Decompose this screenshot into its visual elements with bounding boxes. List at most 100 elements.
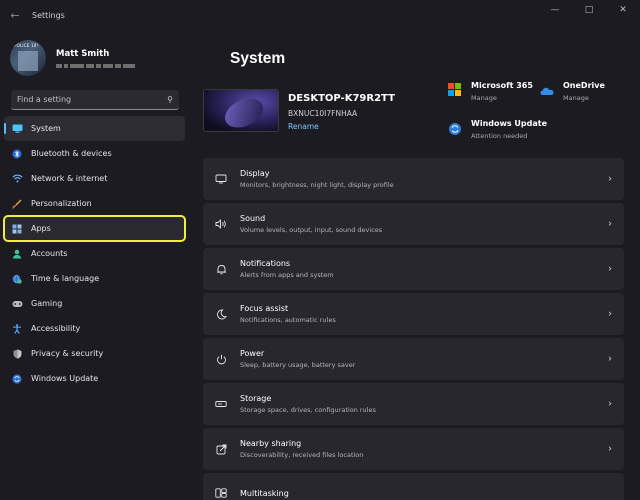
search-icon[interactable]: ⚲ bbox=[167, 95, 173, 104]
card-subtitle: Alerts from apps and system bbox=[240, 271, 334, 279]
chevron-right-icon: › bbox=[608, 398, 612, 410]
avatar-text: POLICE 10! bbox=[14, 43, 39, 48]
minimize-button[interactable]: — bbox=[538, 0, 572, 20]
sidebar-item-label: Bluetooth & devices bbox=[31, 149, 112, 158]
rename-link[interactable]: Rename bbox=[288, 122, 319, 131]
settings-card-storage[interactable]: Storage Storage space, drives, configura… bbox=[203, 383, 624, 425]
card-subtitle: Discoverability, received files location bbox=[240, 451, 364, 459]
display-icon bbox=[214, 172, 228, 186]
globe-clock-icon bbox=[11, 273, 23, 285]
user-name: Matt Smith bbox=[56, 48, 110, 59]
card-title: Display bbox=[240, 169, 270, 178]
maximize-button[interactable]: □ bbox=[572, 0, 606, 20]
sidebar-item-label: Network & internet bbox=[31, 174, 108, 183]
multitasking-icon bbox=[214, 486, 228, 500]
power-icon bbox=[214, 352, 228, 366]
device-wallpaper-thumbnail bbox=[203, 89, 279, 132]
user-profile[interactable]: POLICE 10! Matt Smith bbox=[10, 38, 190, 78]
settings-card-multitasking[interactable]: Multitasking bbox=[203, 473, 624, 500]
sidebar-item-privacy-security[interactable]: Privacy & security bbox=[4, 341, 185, 366]
quick-link-windows-update[interactable]: Windows Update Attention needed bbox=[448, 119, 547, 140]
settings-card-notifications[interactable]: Notifications Alerts from apps and syste… bbox=[203, 248, 624, 290]
settings-card-power[interactable]: Power Sleep, battery usage, battery save… bbox=[203, 338, 624, 380]
sidebar-item-time-language[interactable]: Time & language bbox=[4, 266, 185, 291]
close-button[interactable]: ✕ bbox=[606, 0, 640, 20]
sidebar-item-label: Privacy & security bbox=[31, 349, 104, 358]
sidebar-item-bluetooth[interactable]: Bluetooth & devices bbox=[4, 141, 185, 166]
speaker-icon bbox=[214, 217, 228, 231]
quick-link-microsoft-365[interactable]: Microsoft 365 Manage bbox=[448, 81, 533, 102]
microsoft-365-icon bbox=[448, 83, 462, 97]
apps-icon bbox=[11, 223, 23, 235]
window-controls: — □ ✕ bbox=[538, 0, 640, 20]
quick-link-title: Microsoft 365 bbox=[471, 81, 533, 90]
sidebar-item-network[interactable]: Network & internet bbox=[4, 166, 185, 191]
quick-link-title: Windows Update bbox=[471, 119, 548, 128]
device-name: DESKTOP-K79R2TT bbox=[288, 93, 395, 104]
search-input[interactable] bbox=[17, 95, 168, 104]
avatar-figure bbox=[18, 51, 38, 71]
settings-card-focus-assist[interactable]: Focus assist Notifications, automatic ru… bbox=[203, 293, 624, 335]
sidebar-item-label: Apps bbox=[31, 224, 51, 233]
sidebar-item-label: Gaming bbox=[31, 299, 63, 308]
quick-link-onedrive[interactable]: OneDrive Manage bbox=[540, 81, 605, 102]
card-subtitle: Sleep, battery usage, battery saver bbox=[240, 361, 356, 369]
shield-icon bbox=[11, 348, 23, 360]
chevron-right-icon: › bbox=[608, 263, 612, 275]
storage-icon bbox=[214, 397, 228, 411]
windows-update-icon bbox=[448, 121, 462, 135]
sidebar-item-label: System bbox=[31, 124, 61, 133]
sidebar-item-accounts[interactable]: Accounts bbox=[4, 241, 185, 266]
wallpaper-swirl bbox=[220, 92, 268, 131]
main-content: System DESKTOP-K79R2TT BXNUC10I7FNHAA Re… bbox=[193, 30, 640, 500]
card-title: Power bbox=[240, 349, 265, 358]
sidebar-item-label: Time & language bbox=[31, 274, 100, 283]
quick-link-subtitle: Attention needed bbox=[471, 132, 528, 140]
bell-icon bbox=[214, 262, 228, 276]
settings-card-sound[interactable]: Sound Volume levels, output, input, soun… bbox=[203, 203, 624, 245]
chevron-right-icon: › bbox=[608, 173, 612, 185]
quick-link-subtitle: Manage bbox=[563, 94, 589, 102]
sidebar-item-accessibility[interactable]: Accessibility bbox=[4, 316, 185, 341]
sidebar-item-label: Accessibility bbox=[31, 324, 81, 333]
card-subtitle: Volume levels, output, input, sound devi… bbox=[240, 226, 383, 234]
card-title: Notifications bbox=[240, 259, 291, 268]
sidebar-item-windows-update[interactable]: Windows Update bbox=[4, 366, 185, 391]
card-title: Storage bbox=[240, 394, 272, 403]
app-title: Settings bbox=[32, 10, 65, 20]
sidebar-item-personalization[interactable]: Personalization bbox=[4, 191, 185, 216]
wifi-icon bbox=[11, 173, 23, 185]
sidebar-item-apps[interactable]: Apps bbox=[3, 215, 186, 242]
title-bar: ← Settings — □ ✕ bbox=[0, 0, 640, 30]
settings-list: Display Monitors, brightness, night ligh… bbox=[203, 158, 624, 500]
back-button[interactable]: ← bbox=[0, 0, 30, 30]
share-icon bbox=[214, 442, 228, 456]
sidebar-item-label: Personalization bbox=[31, 199, 92, 208]
user-email-redacted bbox=[56, 63, 135, 68]
card-title: Nearby sharing bbox=[240, 439, 302, 448]
arrow-left-icon: ← bbox=[10, 8, 20, 22]
brush-icon bbox=[11, 198, 23, 210]
quick-link-title: OneDrive bbox=[563, 81, 605, 90]
card-title: Focus assist bbox=[240, 304, 289, 313]
sidebar: POLICE 10! Matt Smith ⚲ System Blue bbox=[0, 30, 193, 500]
sidebar-item-gaming[interactable]: Gaming bbox=[4, 291, 185, 316]
card-subtitle: Notifications, automatic rules bbox=[240, 316, 336, 324]
search-box[interactable]: ⚲ bbox=[11, 90, 179, 110]
sidebar-item-system[interactable]: System bbox=[4, 116, 185, 141]
sidebar-item-label: Accounts bbox=[31, 249, 68, 258]
settings-card-nearby-sharing[interactable]: Nearby sharing Discoverability, received… bbox=[203, 428, 624, 470]
gamepad-icon bbox=[11, 298, 23, 310]
moon-icon bbox=[214, 307, 228, 321]
chevron-right-icon: › bbox=[608, 218, 612, 230]
settings-card-display[interactable]: Display Monitors, brightness, night ligh… bbox=[203, 158, 624, 200]
bluetooth-icon bbox=[11, 148, 23, 160]
device-model: BXNUC10I7FNHAA bbox=[288, 109, 358, 118]
page-title: System bbox=[230, 50, 286, 67]
person-icon bbox=[11, 248, 23, 260]
sidebar-item-label: Windows Update bbox=[31, 374, 99, 383]
user-info: Matt Smith bbox=[56, 49, 135, 68]
maximize-icon: □ bbox=[584, 5, 594, 15]
sync-icon bbox=[11, 373, 23, 385]
monitor-icon bbox=[11, 123, 23, 135]
